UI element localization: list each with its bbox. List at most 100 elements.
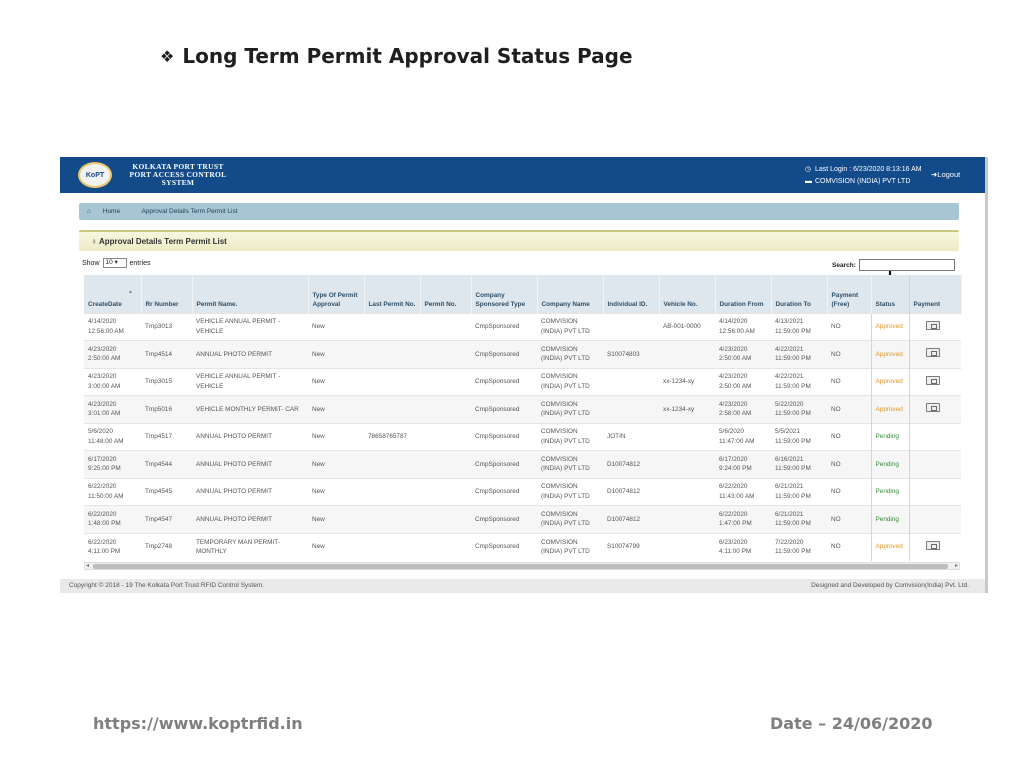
payment-icon[interactable] [925, 540, 940, 550]
cell-duration-from: 6/17/2020 9:24:00 PM [715, 450, 771, 478]
col-duration-to[interactable]: Duration To [771, 275, 828, 313]
cell-payment-free: NO [827, 422, 871, 451]
col-status[interactable]: Status [870, 275, 910, 313]
cell-permit-type: New [308, 367, 364, 396]
cell-sponsored-type: CmpSponsored [471, 477, 537, 506]
cell-duration-from: 5/6/2020 11:47:00 AM [715, 422, 771, 451]
cell-vehicle-no [659, 450, 715, 478]
breadcrumb: ⌂ Home Approval Details Term Permit List [79, 203, 959, 220]
cell-vehicle-no [659, 477, 715, 506]
cell-create-date: 4/23/2020 3:00:00 AM [84, 367, 141, 396]
cell-status: Pending [870, 477, 910, 506]
cell-status: Approved [870, 367, 910, 396]
payment-icon[interactable] [925, 320, 940, 330]
cell-payment [909, 312, 961, 341]
cell-duration-to: 5/5/2021 11:59:00 PM [771, 422, 827, 451]
table-row: 5/6/2020 11:48:00 AM Tmp4517 ANNUAL PHOTO … [84, 422, 961, 451]
payment-icon[interactable] [925, 403, 940, 412]
diamond-bullet-icon: ❖ [160, 46, 175, 66]
cell-permit-type: New [308, 505, 364, 533]
cell-create-date: 4/23/2020 3:01:00 AM [84, 395, 141, 423]
cell-status: Approved [870, 312, 910, 341]
col-rr-number[interactable]: Rr Number [141, 275, 193, 313]
cell-create-date: 5/6/2020 11:48:00 AM [84, 422, 141, 451]
cell-vehicle-no [659, 532, 715, 561]
cell-duration-to: 6/16/2021 11:59:00 PM [771, 450, 827, 478]
cell-vehicle-no [659, 340, 715, 368]
col-duration-from[interactable]: Duration From [715, 275, 772, 313]
col-vehicle-no[interactable]: Vehicle No. [659, 275, 716, 313]
cell-create-date: 4/23/2020 2:50:00 AM [84, 340, 141, 368]
col-individual-id[interactable]: Individual ID. [603, 275, 660, 313]
payment-icon[interactable] [925, 375, 940, 385]
sort-asc-icon: ▲ [128, 289, 133, 295]
scroll-left-icon[interactable]: ◂ [86, 562, 89, 569]
cell-sponsored-type: CmpSponsored [471, 312, 537, 341]
col-create-date[interactable]: ▲ CreateDate [84, 275, 142, 313]
col-company-sponsored[interactable]: Company Sponsored Type [471, 275, 538, 313]
cell-status: Pending [870, 505, 910, 533]
cell-permit-type: New [308, 395, 364, 423]
cell-create-date: 6/22/2020 11:50:00 AM [84, 477, 141, 506]
col-last-permit[interactable]: Last Permit No. [364, 275, 421, 313]
cell-rr-number: Tmp4545 [141, 477, 192, 506]
col-company-name[interactable]: Company Name [537, 275, 604, 313]
col-permit-name[interactable]: Permit Name. [192, 275, 309, 313]
cell-permit-type: New [308, 422, 364, 451]
login-info: ◷ Last Login : 6/23/2020 8:13:16 AM ▬ CO… [805, 164, 922, 188]
horizontal-scrollbar[interactable]: ◂ ▸ [84, 562, 960, 570]
cell-individual-id: S10074799 [603, 532, 659, 561]
cell-duration-to: 6/21/2021 11:59:00 PM [771, 477, 827, 506]
col-payment-free[interactable]: Payment (Free) [827, 275, 872, 313]
cell-individual-id [603, 312, 659, 341]
cell-company-name: COMVISION (INDIA) PVT LTD [537, 532, 603, 561]
table-row: 6/17/2020 9:25:00 PM Tmp4544 ANNUAL PHOTO … [84, 450, 961, 478]
cell-permit-type: New [308, 477, 364, 506]
breadcrumb-home[interactable]: ⌂ Home [87, 208, 130, 215]
logout-button[interactable]: ➜Logout [931, 170, 960, 179]
col-permit-no[interactable]: Permit No. [420, 275, 472, 313]
cell-duration-from: 6/22/2020 1:47:00 PM [715, 505, 771, 533]
cell-permit-name: VEHICLE MONTHLY PERMIT- CAR [192, 395, 308, 423]
cell-permit-no [420, 340, 471, 368]
payment-icon[interactable] [925, 348, 940, 357]
credit-text: Designed and Developed by Comvision(Indi… [811, 582, 969, 589]
cell-permit-name: ANNUAL PHOTO PERMIT [192, 340, 308, 368]
cell-payment-free: NO [827, 367, 871, 396]
cell-payment [909, 450, 961, 478]
cell-permit-no [420, 312, 471, 341]
cell-duration-to: 4/22/2021 11:59:00 PM [771, 340, 827, 368]
clock-icon: ◷ [805, 166, 812, 173]
app-header: KoPT KOLKATA PORT TRUST PORT ACCESS CONT… [60, 157, 985, 193]
company-name-text: COMVISION (INDIA) PVT LTD [814, 178, 911, 185]
cell-permit-name: ANNUAL PHOTO PERMIT [192, 450, 308, 478]
col-type-of-permit[interactable]: Type Of Permit Approval [308, 275, 365, 313]
cell-permit-type: New [308, 450, 364, 478]
col-payment[interactable]: Payment [909, 275, 962, 313]
breadcrumb-current: Approval Details Term Permit List [141, 208, 238, 215]
cell-duration-to: 6/21/2021 11:59:00 PM [771, 505, 827, 533]
cell-company-name: COMVISION (INDIA) PVT LTD [537, 422, 603, 451]
cell-last-permit [364, 477, 420, 506]
cell-company-name: COMVISION (INDIA) PVT LTD [537, 395, 603, 423]
cell-individual-id: JOTIN [603, 422, 659, 451]
cell-company-name: COMVISION (INDIA) PVT LTD [537, 477, 603, 506]
cell-company-name: COMVISION (INDIA) PVT LTD [537, 367, 603, 396]
cell-vehicle-no: xx-1234-xy [659, 367, 715, 396]
table-row: 4/14/2020 12:56:00 AM Tmp3013 VEHICLE ANNU… [84, 312, 961, 341]
last-login-text: Last Login : 6/23/2020 8:13:16 AM [814, 166, 922, 173]
cell-individual-id [603, 395, 659, 423]
cell-sponsored-type: CmpSponsored [471, 505, 537, 533]
entries-select[interactable]: 10 ▾ [102, 258, 127, 268]
cell-last-permit [364, 367, 420, 396]
scrollbar-thumb[interactable] [93, 564, 948, 569]
cell-payment-free: NO [827, 532, 871, 561]
cell-permit-no [420, 505, 471, 533]
cell-individual-id: S10074803 [603, 340, 659, 368]
cell-duration-to: 5/22/2020 11:59:00 PM [771, 395, 827, 423]
search-input[interactable] [858, 259, 955, 271]
footer-url[interactable]: https://www.koptrfid.in [93, 714, 303, 733]
cell-payment [909, 340, 961, 368]
cell-permit-type: New [308, 312, 364, 341]
scroll-right-icon[interactable]: ▸ [955, 562, 958, 569]
